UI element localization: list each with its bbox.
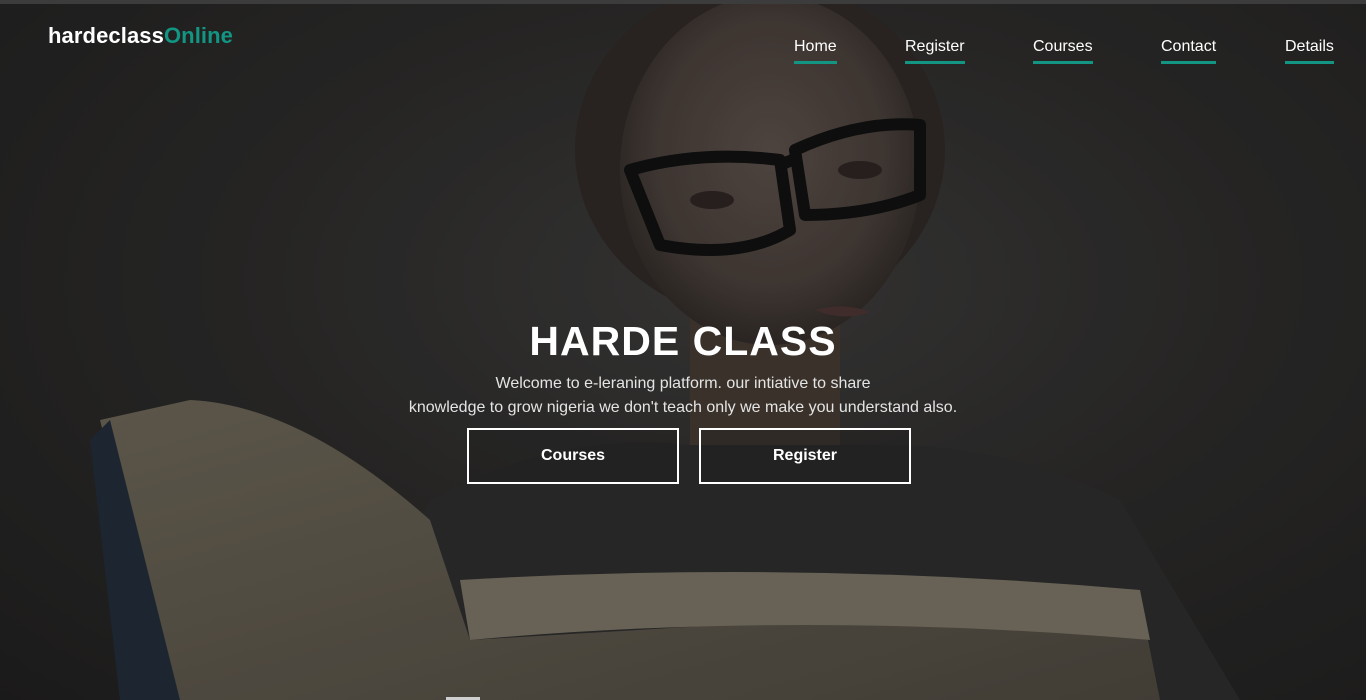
register-button[interactable]: Register — [699, 428, 911, 484]
nav-item-courses[interactable]: Courses — [1033, 38, 1093, 64]
window-top-border — [0, 0, 1366, 4]
courses-button[interactable]: Courses — [467, 428, 679, 484]
hero-tagline-line-1: Welcome to e-leraning platform. our inti… — [495, 375, 871, 392]
main-nav: Home Register Courses Contact Details — [0, 38, 1366, 68]
hero-title: HARDE CLASS — [529, 318, 837, 364]
nav-item-details[interactable]: Details — [1285, 38, 1334, 64]
nav-item-home[interactable]: Home — [794, 38, 837, 64]
hero-tagline: Welcome to e-leraning platform. our inti… — [333, 372, 1033, 420]
hero-tagline-line-2: knowledge to grow nigeria we don't teach… — [408, 399, 958, 416]
nav-item-register[interactable]: Register — [905, 38, 965, 64]
nav-item-contact[interactable]: Contact — [1161, 38, 1217, 64]
